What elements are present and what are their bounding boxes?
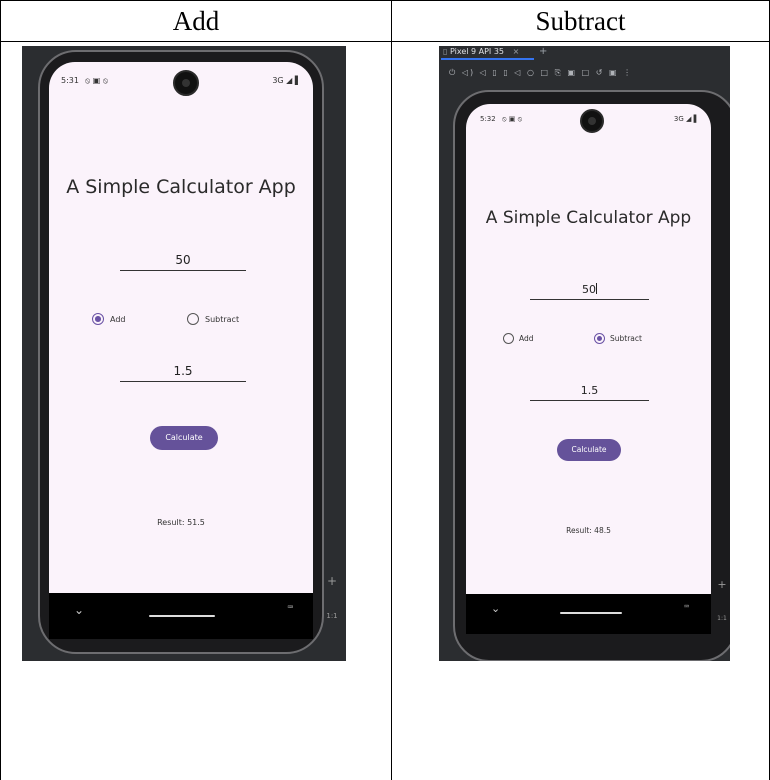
status-time: 5:31	[61, 76, 79, 85]
screenshot-add: 5:31 ⦸ ▣ ⦸ 3G ◢ ▌ A Simple Calculator Ap…	[22, 46, 346, 661]
ratio-button[interactable]: 1:1	[322, 612, 342, 620]
radio-add-button[interactable]	[503, 333, 514, 344]
radio-subtract[interactable]: Subtract	[187, 313, 239, 325]
keyboard-icon[interactable]: ⌨	[288, 603, 293, 613]
second-number-input[interactable]: 1.5	[120, 364, 246, 382]
signal-battery-icon: 3G ◢ ▌	[272, 76, 301, 85]
home-gesture-bar[interactable]	[149, 615, 215, 617]
zoom-in-button[interactable]: +	[714, 578, 730, 591]
second-number-input[interactable]: 1.5	[530, 384, 649, 401]
radio-add-label: Add	[519, 334, 534, 343]
radio-subtract-label: Subtract	[610, 334, 642, 343]
app-title: A Simple Calculator App	[66, 176, 296, 198]
device-icon: ▯	[443, 47, 448, 56]
chevron-down-icon[interactable]: ⌄	[491, 602, 500, 615]
emulator-tab[interactable]: ▯ Pixel 9 API 35 ×	[443, 47, 519, 56]
active-tab-indicator	[441, 58, 534, 60]
phone-screen: 5:32 ⦸ ▣ ⦸ 3G ◢ ▌ A Simple Calculator Ap…	[466, 104, 711, 624]
emulator-toolbar: ▯ Pixel 9 API 35 × + ⏻ ◁) ◁ ▯ ▯ ◁ ○ □ ⎘ …	[439, 46, 730, 86]
radio-add-button[interactable]	[92, 313, 104, 325]
camera-icon	[580, 109, 604, 133]
radio-subtract-label: Subtract	[205, 314, 240, 324]
close-tab-icon[interactable]: ×	[513, 47, 520, 56]
radio-subtract-button[interactable]	[594, 333, 605, 344]
status-notification-icons: ⦸ ▣ ⦸	[502, 115, 523, 123]
camera-icon	[173, 70, 199, 96]
result-text: Result: 48.5	[566, 526, 611, 535]
radio-add-label: Add	[110, 314, 126, 324]
radio-subtract[interactable]: Subtract	[594, 333, 642, 344]
keyboard-icon[interactable]: ⌨	[684, 602, 689, 611]
result-text: Result: 51.5	[157, 518, 205, 527]
header-subtract: Subtract	[535, 6, 626, 36]
emulator-tool-icons[interactable]: ⏻ ◁) ◁ ▯ ▯ ◁ ○ □ ⎘ ▣ □ ↺ ▣ ⋮	[449, 68, 633, 78]
table-border-left	[0, 0, 1, 780]
new-tab-button[interactable]: +	[539, 46, 547, 57]
ratio-button[interactable]: 1:1	[714, 615, 730, 622]
table-column-divider	[391, 0, 392, 780]
table-header-divider	[0, 41, 770, 42]
radio-add[interactable]: Add	[503, 333, 534, 344]
calculate-button[interactable]: Calculate	[150, 426, 218, 450]
first-number-input[interactable]: 50	[530, 283, 649, 300]
document-table: Add Subtract 5:31 ⦸ ▣ ⦸ 3G ◢ ▌ A Simple …	[0, 0, 770, 780]
chevron-down-icon[interactable]: ⌄	[74, 603, 84, 617]
phone-screen: 5:31 ⦸ ▣ ⦸ 3G ◢ ▌ A Simple Calculator Ap…	[49, 62, 313, 614]
emulator-tab-label: Pixel 9 API 35	[449, 47, 505, 56]
first-number-input[interactable]: 50	[120, 253, 246, 271]
signal-battery-icon: 3G ◢ ▌	[673, 115, 699, 123]
radio-subtract-button[interactable]	[187, 313, 199, 325]
status-time: 5:32	[480, 115, 496, 123]
header-add: Add	[172, 6, 220, 36]
status-notification-icons: ⦸ ▣ ⦸	[85, 76, 109, 85]
text-cursor	[596, 283, 597, 294]
home-gesture-bar[interactable]	[560, 612, 622, 614]
calculate-button[interactable]: Calculate	[557, 439, 621, 461]
nav-bar: ⌄ ⌨	[466, 594, 711, 634]
app-title: A Simple Calculator App	[485, 208, 692, 228]
zoom-in-button[interactable]: +	[322, 574, 342, 588]
radio-add[interactable]: Add	[92, 313, 126, 325]
nav-bar: ⌄ ⌨	[49, 593, 313, 639]
screenshot-subtract: ▯ Pixel 9 API 35 × + ⏻ ◁) ◁ ▯ ▯ ◁ ○ □ ⎘ …	[439, 46, 730, 661]
first-number-value: 50	[582, 283, 596, 296]
